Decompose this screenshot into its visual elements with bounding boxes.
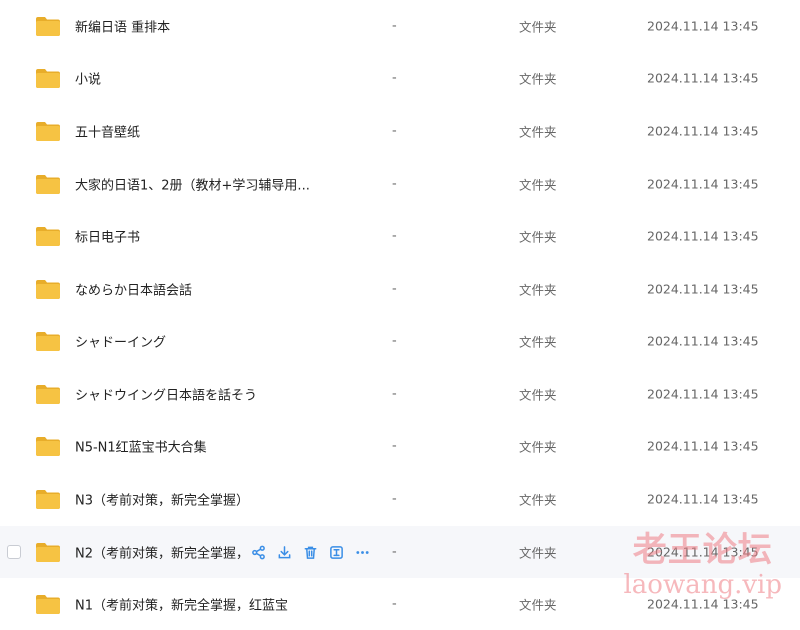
list-item[interactable]: N5-N1红蓝宝书大合集 - 文件夹 2024.11.14 13:45 bbox=[0, 420, 800, 472]
item-size: - bbox=[392, 386, 397, 402]
item-size: - bbox=[392, 544, 397, 560]
item-size: - bbox=[392, 70, 397, 86]
list-item[interactable]: シャドーイング - 文件夹 2024.11.14 13:45 bbox=[0, 315, 800, 367]
item-date: 2024.11.14 13:45 bbox=[647, 491, 759, 507]
folder-icon bbox=[36, 122, 60, 141]
item-size: - bbox=[392, 438, 397, 454]
item-size: - bbox=[392, 281, 397, 297]
item-size: - bbox=[392, 18, 397, 34]
item-type: 文件夹 bbox=[519, 71, 557, 87]
item-date: 2024.11.14 13:45 bbox=[647, 438, 759, 454]
item-name[interactable]: N3（考前对策，新完全掌握） bbox=[75, 490, 249, 509]
folder-icon bbox=[36, 227, 60, 246]
folder-icon bbox=[36, 543, 60, 562]
item-type: 文件夹 bbox=[519, 597, 557, 613]
folder-icon bbox=[36, 69, 60, 88]
item-name[interactable]: N5-N1红蓝宝书大合集 bbox=[75, 437, 207, 456]
item-type: 文件夹 bbox=[519, 334, 557, 350]
list-item[interactable]: N1（考前对策，新完全掌握，红蓝宝 - 文件夹 2024.11.14 13:45 bbox=[0, 578, 800, 630]
folder-icon bbox=[36, 17, 60, 36]
list-item[interactable]: 新编日语 重排本 - 文件夹 2024.11.14 13:45 bbox=[0, 0, 800, 52]
list-item-hovered[interactable]: N2（考前对策，新完全掌握， - 文件夹 2024.11.14 13:45 bbox=[0, 526, 800, 578]
download-icon[interactable] bbox=[276, 544, 292, 560]
item-date: 2024.11.14 13:45 bbox=[647, 386, 759, 402]
list-item[interactable]: シャドウイング日本語を話そう - 文件夹 2024.11.14 13:45 bbox=[0, 368, 800, 420]
item-size: - bbox=[392, 333, 397, 349]
list-item[interactable]: 小说 - 文件夹 2024.11.14 13:45 bbox=[0, 52, 800, 104]
item-size: - bbox=[392, 596, 397, 612]
item-type: 文件夹 bbox=[519, 439, 557, 455]
rename-icon[interactable] bbox=[328, 544, 344, 560]
item-name[interactable]: 五十音壁纸 bbox=[75, 122, 140, 141]
item-type: 文件夹 bbox=[519, 282, 557, 298]
item-type: 文件夹 bbox=[519, 19, 557, 35]
item-name[interactable]: N1（考前对策，新完全掌握，红蓝宝 bbox=[75, 595, 288, 614]
item-size: - bbox=[392, 491, 397, 507]
item-date: 2024.11.14 13:45 bbox=[647, 70, 759, 86]
item-name[interactable]: シャドウイング日本語を話そう bbox=[75, 385, 257, 404]
folder-icon bbox=[36, 280, 60, 299]
folder-icon bbox=[36, 490, 60, 509]
item-date: 2024.11.14 13:45 bbox=[647, 544, 759, 560]
delete-icon[interactable] bbox=[302, 544, 318, 560]
item-type: 文件夹 bbox=[519, 124, 557, 140]
folder-icon bbox=[36, 175, 60, 194]
item-name[interactable]: なめらか日本語会話 bbox=[75, 280, 192, 299]
item-name[interactable]: 大家的日语1、2册（教材+学习辅导用... bbox=[75, 175, 310, 194]
folder-icon bbox=[36, 385, 60, 404]
item-date: 2024.11.14 13:45 bbox=[647, 333, 759, 349]
list-item[interactable]: 标日电子书 - 文件夹 2024.11.14 13:45 bbox=[0, 210, 800, 262]
item-type: 文件夹 bbox=[519, 492, 557, 508]
item-type: 文件夹 bbox=[519, 177, 557, 193]
item-name[interactable]: 小说 bbox=[75, 69, 101, 88]
item-date: 2024.11.14 13:45 bbox=[647, 18, 759, 34]
item-type: 文件夹 bbox=[519, 545, 557, 561]
item-size: - bbox=[392, 123, 397, 139]
item-type: 文件夹 bbox=[519, 229, 557, 245]
item-date: 2024.11.14 13:45 bbox=[647, 228, 759, 244]
share-icon[interactable] bbox=[250, 544, 266, 560]
list-item[interactable]: 五十音壁纸 - 文件夹 2024.11.14 13:45 bbox=[0, 105, 800, 157]
item-name[interactable]: 标日电子书 bbox=[75, 227, 140, 246]
item-name[interactable]: シャドーイング bbox=[75, 332, 166, 351]
list-item[interactable]: N3（考前对策，新完全掌握） - 文件夹 2024.11.14 13:45 bbox=[0, 473, 800, 525]
item-date: 2024.11.14 13:45 bbox=[647, 176, 759, 192]
list-item[interactable]: 大家的日语1、2册（教材+学习辅导用... - 文件夹 2024.11.14 1… bbox=[0, 158, 800, 210]
item-date: 2024.11.14 13:45 bbox=[647, 281, 759, 297]
list-item[interactable]: なめらか日本語会話 - 文件夹 2024.11.14 13:45 bbox=[0, 263, 800, 315]
item-size: - bbox=[392, 176, 397, 192]
folder-icon bbox=[36, 332, 60, 351]
row-actions bbox=[250, 544, 370, 560]
item-type: 文件夹 bbox=[519, 387, 557, 403]
item-date: 2024.11.14 13:45 bbox=[647, 123, 759, 139]
folder-icon bbox=[36, 595, 60, 614]
item-size: - bbox=[392, 228, 397, 244]
row-checkbox[interactable] bbox=[7, 545, 21, 559]
more-icon[interactable] bbox=[354, 544, 370, 560]
item-name[interactable]: N2（考前对策，新完全掌握， bbox=[75, 543, 249, 562]
folder-icon bbox=[36, 437, 60, 456]
item-date: 2024.11.14 13:45 bbox=[647, 596, 759, 612]
item-name[interactable]: 新编日语 重排本 bbox=[75, 17, 170, 36]
